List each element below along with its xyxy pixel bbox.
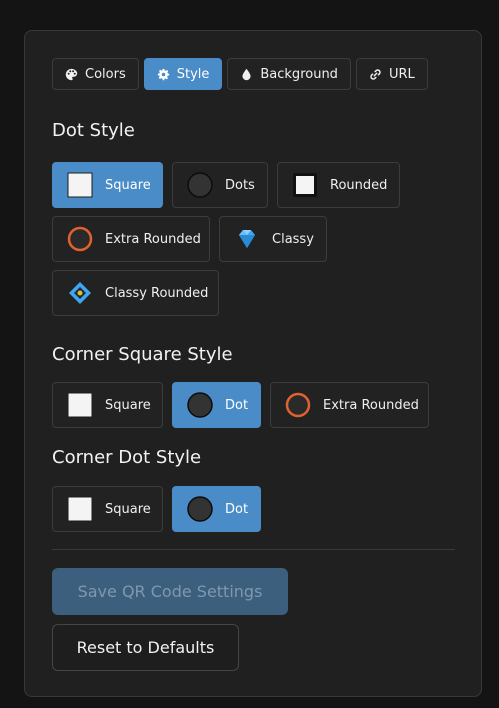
- option-label: Square: [105, 397, 151, 413]
- option-label: Rounded: [330, 177, 388, 193]
- diamond-gem-icon: [239, 230, 255, 248]
- corner-square-square-option[interactable]: Square: [52, 382, 163, 428]
- dot-style-rounded-option[interactable]: Rounded: [277, 162, 400, 208]
- dot-style-row-3: Classy Rounded: [52, 270, 219, 316]
- corner-dot-style-row: Square Dot: [52, 486, 261, 532]
- tab-label: Background: [260, 66, 338, 82]
- gear-icon: [157, 68, 170, 81]
- dot-style-extra-rounded-option[interactable]: Extra Rounded: [52, 216, 210, 262]
- reset-defaults-button[interactable]: Reset to Defaults: [52, 624, 239, 671]
- tab-bar: Colors Style Background URL: [52, 58, 428, 90]
- corner-dot-square-option[interactable]: Square: [52, 486, 163, 532]
- qr-style-panel: Colors Style Background URL Dot Style Sq…: [24, 30, 482, 697]
- classy-rounded-icon: [69, 282, 91, 304]
- option-label: Square: [105, 177, 151, 193]
- dot-style-classy-rounded-option[interactable]: Classy Rounded: [52, 270, 219, 316]
- circle-icon: [187, 392, 213, 418]
- save-qr-settings-button[interactable]: Save QR Code Settings: [52, 568, 288, 615]
- rounded-square-icon: [293, 173, 317, 197]
- dot-style-classy-option[interactable]: Classy: [219, 216, 327, 262]
- option-label: Dots: [225, 177, 255, 193]
- dot-style-title: Dot Style: [52, 120, 135, 141]
- extra-rounded-icon: [67, 226, 93, 252]
- square-icon: [67, 172, 93, 198]
- droplet-icon: [240, 68, 253, 81]
- corner-dot-dot-option[interactable]: Dot: [172, 486, 261, 532]
- tab-style[interactable]: Style: [143, 58, 223, 90]
- option-label: Square: [105, 501, 151, 517]
- corner-square-style-title: Corner Square Style: [52, 344, 233, 365]
- option-label: Extra Rounded: [323, 397, 419, 413]
- link-icon: [369, 68, 382, 81]
- dot-style-dots-option[interactable]: Dots: [172, 162, 268, 208]
- option-label: Extra Rounded: [105, 231, 201, 247]
- circle-icon: [187, 172, 213, 198]
- circle-icon: [187, 496, 213, 522]
- tab-label: URL: [388, 66, 415, 82]
- corner-square-dot-option[interactable]: Dot: [172, 382, 261, 428]
- tab-background[interactable]: Background: [227, 58, 351, 90]
- corner-square-extra-rounded-option[interactable]: Extra Rounded: [270, 382, 429, 428]
- palette-icon: [65, 68, 78, 81]
- option-label: Dot: [225, 397, 249, 413]
- dot-style-row-2: Extra Rounded Classy: [52, 216, 327, 262]
- option-label: Dot: [225, 501, 249, 517]
- option-label: Classy Rounded: [105, 285, 209, 301]
- tab-label: Colors: [85, 66, 126, 82]
- dot-style-row-1: Square Dots Rounded: [52, 162, 400, 208]
- corner-square-style-row: Square Dot Extra Rounded: [52, 382, 429, 428]
- tab-url[interactable]: URL: [355, 58, 428, 90]
- corner-dot-style-title: Corner Dot Style: [52, 447, 202, 468]
- option-label: Classy: [272, 231, 314, 247]
- dot-style-square-option[interactable]: Square: [52, 162, 163, 208]
- tab-colors[interactable]: Colors: [52, 58, 139, 90]
- square-icon: [67, 496, 93, 522]
- section-divider: [52, 549, 455, 550]
- square-icon: [67, 392, 93, 418]
- extra-rounded-icon: [285, 392, 311, 418]
- tab-label: Style: [176, 66, 210, 82]
